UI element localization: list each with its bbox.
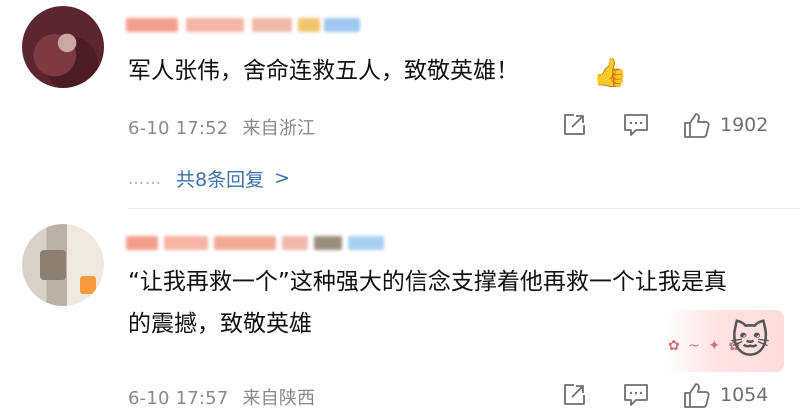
comment-text: “让我再救一个”这种强大的信念支撑着他再救一个让我是真的震撼，致敬英雄	[128, 269, 727, 337]
comment-location: 来自陕西	[242, 388, 316, 409]
like-button[interactable]: 1054	[682, 380, 768, 410]
comment-item: “让我再救一个”这种强大的信念支撑着他再救一个让我是真的震撼，致敬英雄 ✿ ~ …	[0, 0, 800, 417]
share-button[interactable]	[561, 380, 587, 410]
like-count: 1054	[720, 384, 769, 406]
reply-button[interactable]	[622, 380, 650, 410]
share-icon	[564, 384, 585, 405]
comment-date: 6-10 17:57	[128, 388, 229, 409]
comment-icon	[624, 384, 648, 406]
thumbs-up-outline-icon	[684, 383, 710, 408]
cat-icon: 🐱	[730, 318, 770, 362]
username-blurred[interactable]	[126, 234, 386, 252]
avatar[interactable]	[22, 224, 104, 306]
cat-sticker: ✿ ~ ✦ ✿ 🐱	[664, 310, 784, 372]
comment-meta: 6-10 17:57 来自陕西	[128, 384, 315, 410]
